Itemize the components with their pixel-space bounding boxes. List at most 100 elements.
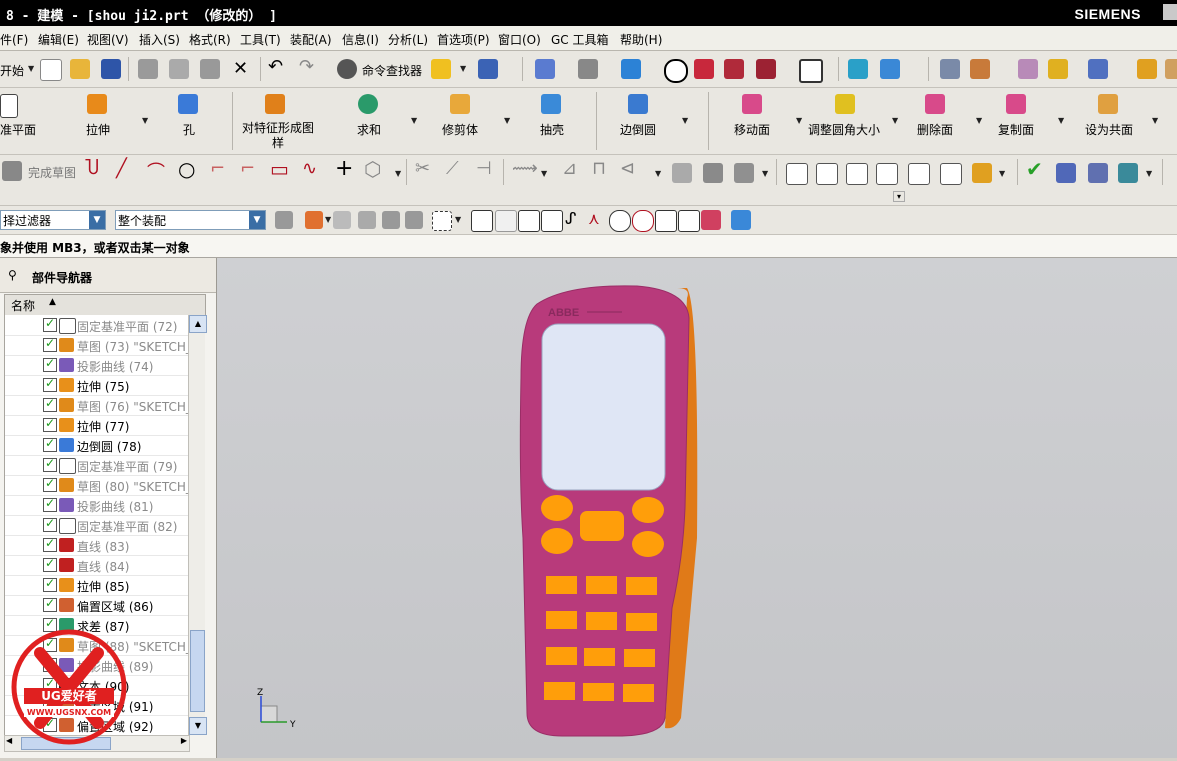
visibility-checkbox[interactable] <box>43 536 57 552</box>
graphics-window[interactable]: ABBE Z Y <box>217 258 1177 758</box>
edge-blend-icon[interactable] <box>628 94 648 114</box>
section-icon[interactable] <box>756 59 776 79</box>
visibility-checkbox[interactable] <box>43 476 57 492</box>
snap-point-icon[interactable] <box>1048 59 1068 79</box>
chevron-down-icon[interactable]: ▼ <box>89 211 105 229</box>
pin-icon[interactable]: ⚲ <box>8 268 17 282</box>
cut-icon[interactable] <box>138 59 158 79</box>
arc-center-icon[interactable]: ᔑ <box>565 209 576 228</box>
line-icon[interactable]: ╱ <box>116 158 127 179</box>
make-coplanar-icon[interactable] <box>1098 94 1118 114</box>
hole-button[interactable]: 孔 <box>183 121 195 138</box>
selection-scope-select[interactable]: 整个装配 ▼ <box>115 210 266 230</box>
spreadsheet-icon[interactable] <box>1088 163 1108 183</box>
ruler-icon[interactable] <box>1137 59 1157 79</box>
dimension-icon[interactable]: ⊲ <box>620 158 635 179</box>
wcs-icon[interactable] <box>694 59 714 79</box>
model-tree-icon[interactable] <box>1056 163 1076 183</box>
menu-format[interactable]: 格式(R) <box>189 31 231 48</box>
move-face-dropdown-icon[interactable]: ▼ <box>796 116 802 125</box>
point-on-curve-icon[interactable] <box>541 210 563 232</box>
rectangle-icon[interactable]: ▭ <box>270 157 289 181</box>
menu-tools[interactable]: 工具(T) <box>240 31 281 48</box>
datum-plane-button[interactable]: 准平面 <box>0 121 36 138</box>
rect-select-icon[interactable] <box>432 211 452 231</box>
polygon-icon[interactable]: ⬡ <box>364 157 381 181</box>
csys-icon[interactable] <box>1118 163 1138 183</box>
mid-point-icon[interactable] <box>518 210 540 232</box>
save-icon[interactable] <box>101 59 121 79</box>
menu-insert[interactable]: 插入(S) <box>139 31 180 48</box>
visibility-checkbox[interactable] <box>43 576 57 592</box>
extrude-dropdown-icon[interactable]: ▼ <box>142 116 148 125</box>
start-dropdown-icon[interactable]: ▼ <box>28 64 34 73</box>
selection-icon[interactable] <box>1088 59 1108 79</box>
dropdown-icon[interactable]: ▼ <box>455 215 461 224</box>
tree-row[interactable]: 直线 (83) <box>5 535 189 556</box>
constraint-dropdown-icon[interactable]: ▼ <box>762 169 768 178</box>
copy-face-icon[interactable] <box>1006 94 1026 114</box>
g1-check-icon[interactable] <box>908 163 930 185</box>
fit-view-icon[interactable] <box>535 59 555 79</box>
phone-model[interactable]: ABBE Z Y <box>217 258 1177 758</box>
arc-icon[interactable]: ⌒ <box>147 158 165 184</box>
paste-icon[interactable] <box>200 59 220 79</box>
point-on-surface-icon[interactable] <box>678 210 700 232</box>
bounded-grid-icon[interactable] <box>701 210 721 230</box>
dimension-dropdown-icon[interactable]: ▼ <box>655 169 661 178</box>
minimize-button[interactable] <box>1163 4 1177 20</box>
tree-row[interactable]: 拉伸 (85) <box>5 575 189 596</box>
trim-body-button[interactable]: 修剪体 <box>442 121 478 138</box>
background-color-icon[interactable] <box>799 59 823 83</box>
scroll-up-icon[interactable]: ▲ <box>189 315 207 333</box>
shaded-cube-icon[interactable] <box>621 59 641 79</box>
tree-row[interactable]: 投影曲线 (74) <box>5 355 189 376</box>
quick-extend-icon[interactable]: ⟋ <box>446 158 459 179</box>
tree-row[interactable]: 固定基准平面 (82) <box>5 515 189 536</box>
snap-icon[interactable] <box>431 59 451 79</box>
component-select-icon[interactable] <box>731 210 751 230</box>
copy-icon[interactable] <box>169 59 189 79</box>
mirror-curve-icon[interactable]: ⊿ <box>562 158 577 179</box>
shell-button[interactable]: 抽壳 <box>540 121 564 138</box>
curve-rule-icon[interactable] <box>382 211 400 229</box>
toolbar-overflow-button[interactable]: ▾ <box>893 191 906 202</box>
move-component-icon[interactable] <box>848 59 868 79</box>
vertical-scrollbar[interactable]: ▲ ▼ <box>188 315 207 735</box>
project-curve-icon[interactable]: ⊓ <box>592 158 606 179</box>
visibility-checkbox[interactable] <box>43 436 57 452</box>
offset-dropdown-icon[interactable]: ▼ <box>541 169 547 178</box>
make-coplanar-button[interactable]: 设为共面 <box>1085 121 1133 138</box>
auto-constrain-icon[interactable] <box>703 163 723 183</box>
visibility-checkbox[interactable] <box>43 376 57 392</box>
visibility-checkbox[interactable] <box>43 556 57 572</box>
visibility-checkbox[interactable] <box>43 396 57 412</box>
copy-face-dropdown-icon[interactable]: ▼ <box>1058 116 1064 125</box>
visibility-checkbox[interactable] <box>43 356 57 372</box>
intersection-point-icon[interactable]: ⋏ <box>588 209 600 228</box>
delete-icon[interactable]: ✕ <box>233 58 248 79</box>
start-menu-button[interactable]: 开始 <box>0 62 24 79</box>
dropdown-icon[interactable]: ▼ <box>325 215 331 224</box>
unite-icon[interactable] <box>358 94 378 114</box>
visibility-checkbox[interactable] <box>43 596 57 612</box>
pattern-feature-icon[interactable] <box>265 94 285 114</box>
face-rule-icon[interactable] <box>333 211 351 229</box>
visibility-checkbox[interactable] <box>43 316 57 332</box>
delete-face-button[interactable]: 删除面 <box>917 121 953 138</box>
visibility-checkbox[interactable] <box>43 336 57 352</box>
move-face-icon[interactable] <box>742 94 762 114</box>
menu-file[interactable]: 件(F) <box>0 31 28 48</box>
datum-plane-icon[interactable] <box>0 94 18 118</box>
move-face-button[interactable]: 移动面 <box>734 121 770 138</box>
visibility-checkbox[interactable] <box>43 496 57 512</box>
undo-icon[interactable]: ↶ <box>268 56 283 77</box>
feature-select-icon[interactable] <box>305 211 323 229</box>
scroll-down-icon[interactable]: ▼ <box>189 717 207 735</box>
resize-dropdown-icon[interactable]: ▼ <box>892 116 898 125</box>
scroll-thumb[interactable] <box>190 630 205 712</box>
pattern-feature-button[interactable]: 对特征形成图样 <box>240 121 316 151</box>
reposition-icon[interactable] <box>880 59 900 79</box>
chevron-down-icon[interactable]: ▼ <box>249 211 265 229</box>
chamfer-icon[interactable]: ⌐ <box>240 158 255 179</box>
